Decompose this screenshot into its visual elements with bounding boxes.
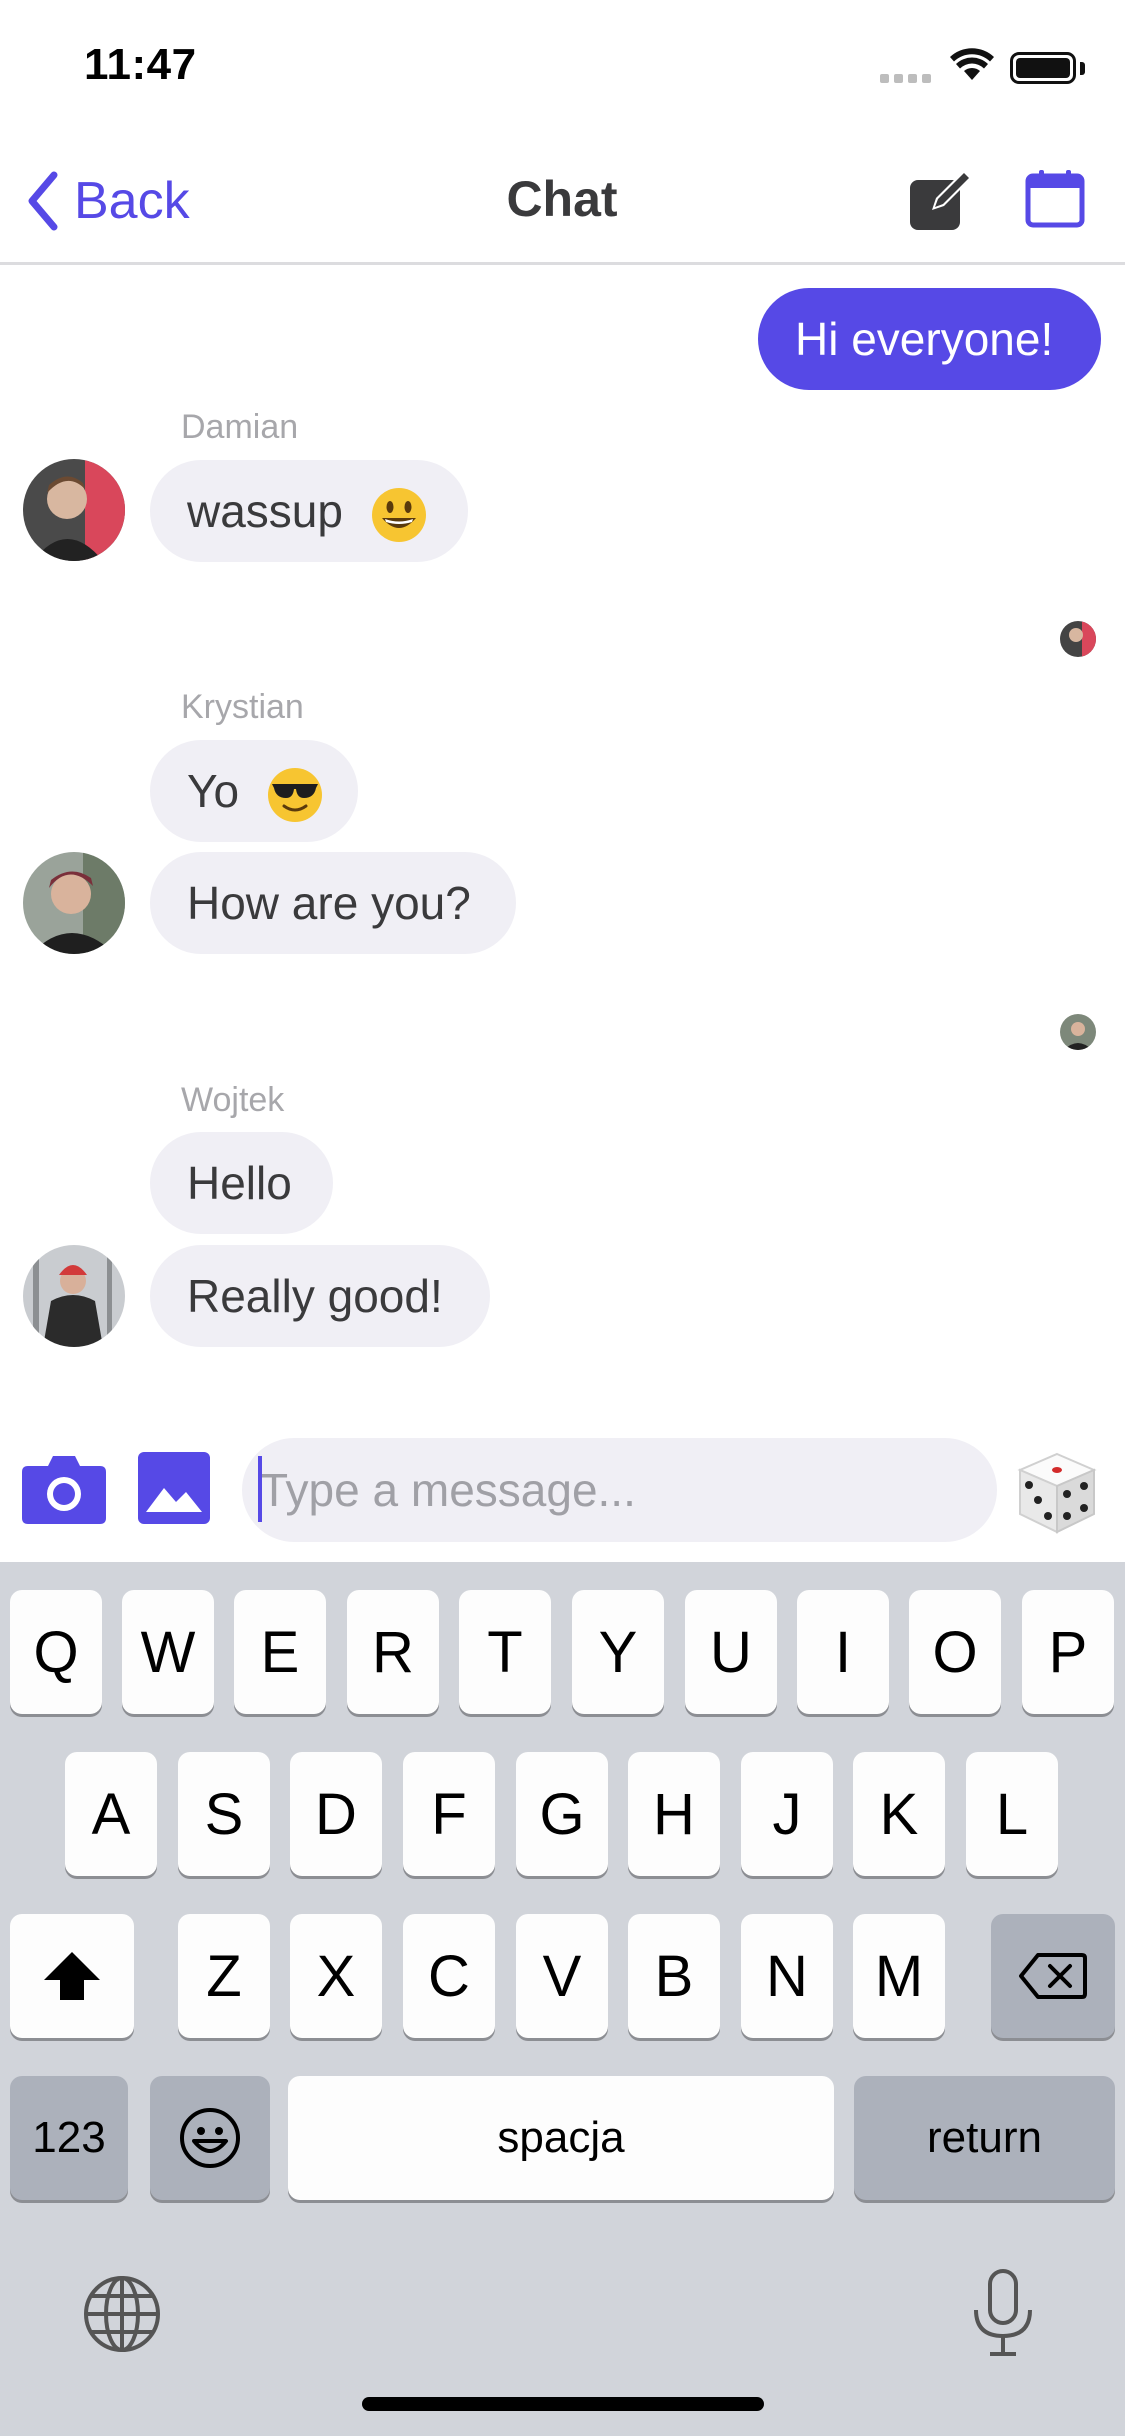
return-key[interactable]: return — [854, 2076, 1115, 2200]
message-bubble[interactable]: Really good! — [150, 1245, 490, 1347]
battery-cap — [1080, 62, 1085, 75]
numbers-key[interactable]: 123 — [10, 2076, 128, 2200]
calendar-icon[interactable] — [1025, 170, 1085, 228]
avatar-damian[interactable] — [23, 459, 125, 561]
key-m[interactable]: M — [853, 1914, 945, 2038]
key-y[interactable]: Y — [572, 1590, 664, 1714]
sender-name-wojtek: Wojtek — [181, 1081, 285, 1119]
key-x[interactable]: X — [290, 1914, 382, 2038]
sender-name-krystian: Krystian — [181, 688, 304, 726]
key-g[interactable]: G — [516, 1752, 608, 1876]
text-cursor — [258, 1456, 262, 1522]
nav-divider — [0, 262, 1125, 265]
status-time: 11:47 — [84, 40, 197, 89]
image-icon[interactable] — [138, 1452, 210, 1524]
battery-icon — [1010, 52, 1076, 84]
avatar-krystian[interactable] — [23, 852, 125, 954]
key-v[interactable]: V — [516, 1914, 608, 2038]
message-bubble[interactable]: How are you? — [150, 852, 516, 954]
key-k[interactable]: K — [853, 1752, 945, 1876]
key-z[interactable]: Z — [178, 1914, 270, 2038]
key-e[interactable]: E — [234, 1590, 326, 1714]
home-indicator — [362, 2397, 764, 2411]
cellular-signal-icon — [880, 74, 934, 84]
message-text: wassup — [187, 485, 343, 537]
message-bubble[interactable]: wassup — [150, 460, 468, 562]
sender-name-damian: Damian — [181, 408, 299, 446]
space-key[interactable]: spacja — [288, 2076, 834, 2200]
read-receipt-avatar — [1060, 621, 1096, 657]
outgoing-message-bubble[interactable]: Hi everyone! — [758, 288, 1101, 390]
back-label: Back — [74, 172, 190, 230]
compose-icon[interactable] — [908, 166, 974, 232]
wifi-icon — [950, 48, 994, 80]
message-text: Yo — [187, 765, 240, 817]
key-a[interactable]: A — [65, 1752, 157, 1876]
key-r[interactable]: R — [347, 1590, 439, 1714]
back-button[interactable]: Back — [26, 166, 190, 236]
camera-icon[interactable] — [22, 1452, 106, 1524]
message-bubble[interactable]: Yo — [150, 740, 358, 842]
key-h[interactable]: H — [628, 1752, 720, 1876]
grinning-emoji-icon — [371, 487, 426, 542]
page-title: Chat — [506, 171, 618, 227]
key-c[interactable]: C — [403, 1914, 495, 2038]
key-d[interactable]: D — [290, 1752, 382, 1876]
key-u[interactable]: U — [685, 1590, 777, 1714]
message-input[interactable] — [242, 1438, 997, 1542]
key-o[interactable]: O — [909, 1590, 1001, 1714]
avatar-wojtek[interactable] — [23, 1245, 125, 1347]
shift-icon — [44, 1952, 100, 2000]
emoji-key[interactable] — [150, 2076, 270, 2200]
microphone-icon[interactable] — [970, 2268, 1036, 2358]
chevron-left-icon — [28, 171, 58, 231]
key-w[interactable]: W — [122, 1590, 214, 1714]
shift-key[interactable] — [10, 1914, 134, 2038]
key-b[interactable]: B — [628, 1914, 720, 2038]
key-l[interactable]: L — [966, 1752, 1058, 1876]
dice-icon[interactable] — [1014, 1450, 1100, 1536]
sunglasses-emoji-icon — [267, 767, 322, 822]
globe-icon[interactable] — [82, 2274, 162, 2354]
delete-key[interactable] — [991, 1914, 1115, 2038]
message-bubble[interactable]: Hello — [150, 1132, 333, 1234]
key-f[interactable]: F — [403, 1752, 495, 1876]
emoji-icon — [180, 2108, 240, 2168]
key-n[interactable]: N — [741, 1914, 833, 2038]
delete-icon — [1019, 1953, 1087, 1999]
key-q[interactable]: Q — [10, 1590, 102, 1714]
key-s[interactable]: S — [178, 1752, 270, 1876]
key-j[interactable]: J — [741, 1752, 833, 1876]
key-p[interactable]: P — [1022, 1590, 1114, 1714]
keyboard: Q W E R T Y U I O P A S D F G H J K L Z … — [0, 1562, 1125, 2436]
key-t[interactable]: T — [459, 1590, 551, 1714]
key-i[interactable]: I — [797, 1590, 889, 1714]
read-receipt-avatar — [1060, 1014, 1096, 1050]
